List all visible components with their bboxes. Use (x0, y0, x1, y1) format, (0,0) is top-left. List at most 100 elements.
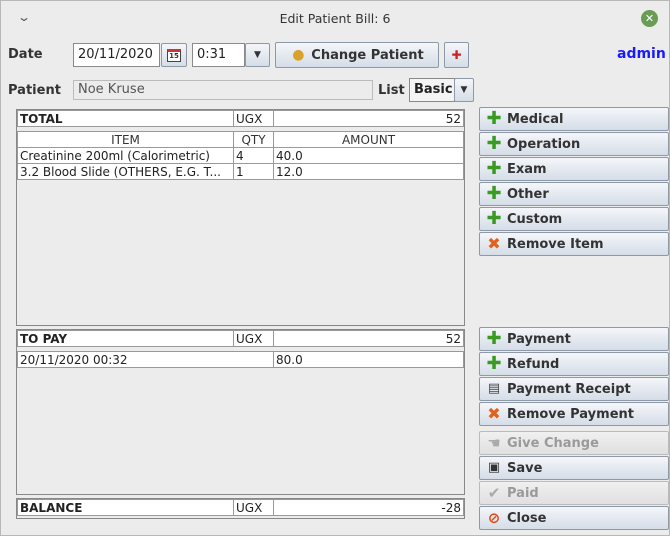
table-row[interactable]: Creatinine 200ml (Calorimetric) 4 40.0 (17, 147, 464, 164)
plus-icon: ✚ (486, 208, 502, 229)
close-window-icon[interactable]: ✕ (641, 10, 658, 27)
refund-button[interactable]: ✚ Refund (479, 352, 669, 376)
patient-label: Patient (8, 83, 61, 98)
user-label: admin (617, 46, 666, 62)
remove-icon: ✖ (487, 404, 501, 423)
triangle-down-icon: ▼ (254, 50, 261, 60)
items-header-row: ITEM QTY AMOUNT (17, 131, 464, 148)
remove-item-label: Remove Item (507, 236, 604, 252)
no-entry-icon: ⊘ (487, 509, 501, 527)
triangle-down-icon: ▼ (460, 85, 468, 95)
table-row[interactable]: 3.2 Blood Slide (OTHERS, E.G. T... 1 12.… (17, 163, 464, 180)
window-title: Edit Patient Bill: 6 (279, 11, 391, 26)
calendar-button[interactable]: 15 (161, 43, 187, 67)
add-operation-label: Operation (507, 136, 581, 152)
patient-delete-icon: ✚ (451, 48, 462, 62)
close-button[interactable]: ⊘ Close (479, 506, 669, 530)
time-dropdown-button[interactable]: ▼ (245, 43, 270, 67)
column-header-item[interactable]: ITEM (17, 131, 234, 148)
add-other-button[interactable]: ✚ Other (479, 182, 669, 206)
balance-value: -28 (273, 499, 464, 516)
item-qty: 4 (233, 147, 274, 164)
plus-icon: ✚ (486, 328, 502, 349)
plus-icon: ✚ (486, 353, 502, 374)
add-operation-button[interactable]: ✚ Operation (479, 132, 669, 156)
price-list-dropdown-button[interactable]: ▼ (454, 78, 474, 102)
total-label: TOTAL (17, 110, 234, 127)
list-label: List (378, 83, 405, 98)
add-custom-button[interactable]: ✚ Custom (479, 207, 669, 231)
save-button[interactable]: ▣ Save (479, 456, 669, 480)
patient-icon: ● (292, 47, 305, 63)
topay-currency: UGX (233, 330, 274, 347)
date-label: Date (8, 47, 43, 62)
add-medical-label: Medical (507, 111, 564, 127)
plus-icon: ✚ (486, 133, 502, 154)
payments-table: 20/11/2020 00:32 80.0 (17, 351, 464, 368)
patient-field: Noe Kruse (73, 80, 373, 100)
topay-label: TO PAY (17, 330, 234, 347)
price-list-select[interactable]: Basic (409, 78, 455, 102)
add-payment-label: Payment (507, 331, 571, 347)
add-medical-button[interactable]: ✚ Medical (479, 107, 669, 131)
add-exam-button[interactable]: ✚ Exam (479, 157, 669, 181)
save-label: Save (507, 460, 543, 476)
item-name: Creatinine 200ml (Calorimetric) (17, 147, 234, 164)
add-custom-label: Custom (507, 211, 563, 227)
change-patient-button[interactable]: ● Change Patient (275, 42, 439, 68)
payment-receipt-button[interactable]: ▤ Payment Receipt (479, 377, 669, 401)
item-amount: 12.0 (273, 163, 464, 180)
bill-items-panel: TOTAL UGX 52 ITEM QTY AMOUNT Creatinine … (16, 109, 465, 326)
remove-payment-button[interactable]: ✖ Remove Payment (479, 402, 669, 426)
change-patient-label: Change Patient (311, 47, 424, 63)
checkmark-icon: ✔ (487, 484, 501, 502)
hand-icon: ☚ (487, 434, 501, 452)
total-table: TOTAL UGX 52 (17, 110, 464, 127)
refund-label: Refund (507, 356, 560, 372)
title-bar: ⌄ Edit Patient Bill: 6 ✕ (1, 1, 669, 37)
item-qty: 1 (233, 163, 274, 180)
printer-icon: ▤ (487, 381, 501, 396)
floppy-disk-icon: ▣ (487, 460, 501, 475)
total-currency: UGX (233, 110, 274, 127)
add-payment-button[interactable]: ✚ Payment (479, 327, 669, 351)
balance-label: BALANCE (17, 499, 234, 516)
item-amount: 40.0 (273, 147, 464, 164)
column-header-amount[interactable]: AMOUNT (273, 131, 464, 148)
table-row[interactable]: 20/11/2020 00:32 80.0 (17, 351, 464, 368)
add-other-label: Other (507, 186, 549, 202)
items-table: ITEM QTY AMOUNT Creatinine 200ml (Calori… (17, 131, 464, 180)
date-field[interactable]: 20/11/2020 (73, 43, 160, 67)
paid-label: Paid (507, 485, 539, 501)
remove-icon: ✖ (487, 234, 501, 253)
topay-table: TO PAY UGX 52 (17, 330, 464, 347)
paid-button[interactable]: ✔ Paid (479, 481, 669, 505)
payments-panel: TO PAY UGX 52 20/11/2020 00:32 80.0 (16, 329, 465, 495)
edit-bill-window: ⌄ Edit Patient Bill: 6 ✕ Date 20/11/2020… (0, 0, 670, 536)
balance-currency: UGX (233, 499, 274, 516)
payment-receipt-label: Payment Receipt (507, 381, 631, 397)
calendar-icon: 15 (167, 48, 181, 62)
remove-payment-label: Remove Payment (507, 406, 634, 422)
item-name: 3.2 Blood Slide (OTHERS, E.G. T... (17, 163, 234, 180)
topay-value: 52 (273, 330, 464, 347)
total-value: 52 (273, 110, 464, 127)
balance-table: BALANCE UGX -28 (17, 499, 464, 516)
balance-row: BALANCE UGX -28 (17, 499, 464, 516)
close-label: Close (507, 510, 547, 526)
plus-icon: ✚ (486, 108, 502, 129)
remove-item-button[interactable]: ✖ Remove Item (479, 232, 669, 256)
topay-row: TO PAY UGX 52 (17, 330, 464, 347)
remove-patient-button[interactable]: ✚ (444, 42, 469, 68)
payment-date: 20/11/2020 00:32 (17, 351, 274, 368)
column-header-qty[interactable]: QTY (233, 131, 274, 148)
balance-panel: BALANCE UGX -28 (16, 498, 465, 519)
total-row: TOTAL UGX 52 (17, 110, 464, 127)
payment-amount: 80.0 (273, 351, 464, 368)
plus-icon: ✚ (486, 158, 502, 179)
give-change-label: Give Change (507, 435, 599, 451)
plus-icon: ✚ (486, 183, 502, 204)
give-change-button[interactable]: ☚ Give Change (479, 431, 669, 455)
add-exam-label: Exam (507, 161, 547, 177)
time-field[interactable]: 0:31 (192, 43, 245, 67)
